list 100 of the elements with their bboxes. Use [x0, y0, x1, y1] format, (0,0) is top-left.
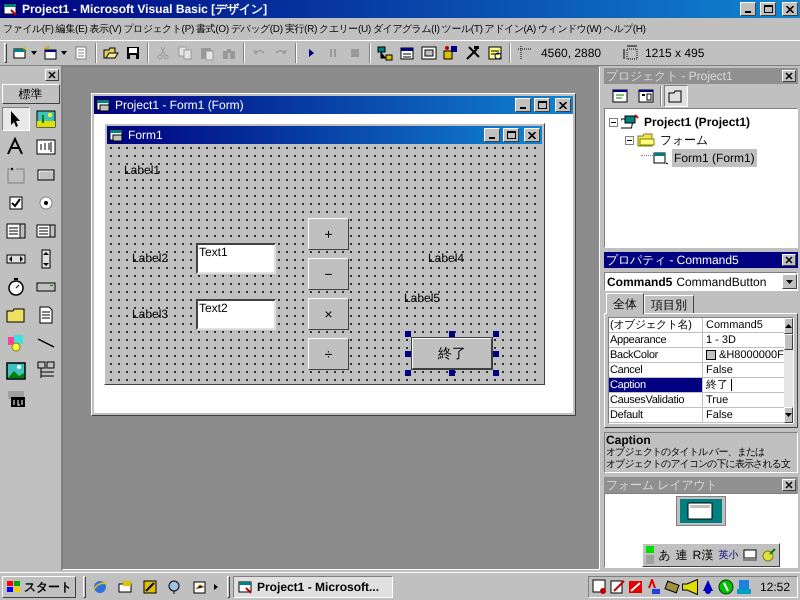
property-name[interactable]: BackColor: [609, 348, 703, 362]
command-button[interactable]: ×: [308, 298, 349, 330]
text-box[interactable]: Text2: [196, 299, 276, 330]
property-name[interactable]: Default: [609, 408, 703, 422]
position-icon: [517, 45, 533, 61]
property-name[interactable]: Caption: [609, 378, 703, 392]
menu-item[interactable]: ファイル(F): [2, 22, 55, 36]
scroll-thumb[interactable]: [784, 334, 793, 350]
command-button[interactable]: ÷: [308, 338, 349, 370]
calendar-icon: [592, 578, 608, 594]
menu-item[interactable]: ヘルプ(H): [602, 22, 647, 36]
tree-item[interactable]: Form1 (Form1): [672, 149, 757, 167]
scrollbar[interactable]: [784, 318, 793, 423]
minimize-button[interactable]: [740, 2, 756, 16]
resize-handle[interactable]: [493, 331, 499, 337]
close-button[interactable]: [782, 2, 798, 16]
form-label: Label1: [124, 162, 160, 179]
pencil-pad-icon: [610, 578, 626, 594]
form-layout-icon: [421, 45, 437, 61]
collapse-toggle-icon[interactable]: [625, 136, 634, 144]
maximize-button[interactable]: [503, 128, 519, 142]
task-button[interactable]: Project1 - Microsoft...: [233, 576, 393, 598]
resize-handle[interactable]: [405, 350, 411, 356]
ime-button[interactable]: 連: [676, 546, 688, 564]
toolbar-button[interactable]: [664, 85, 688, 107]
minimize-icon: [489, 137, 495, 139]
ime-status-icon: [646, 546, 654, 564]
property-name[interactable]: CausesValidatio: [609, 393, 703, 407]
scroll-down-button[interactable]: [784, 407, 793, 423]
menu-item[interactable]: 編集(E): [54, 22, 89, 36]
more-caret-icon: [214, 584, 218, 590]
maximize-button[interactable]: [760, 2, 776, 16]
scroll-up-button[interactable]: [784, 318, 793, 334]
command-button[interactable]: 終了: [412, 338, 492, 369]
tree-item[interactable]: フォーム: [658, 131, 710, 149]
resize-handle[interactable]: [449, 370, 455, 376]
start-button[interactable]: スタート: [2, 576, 76, 598]
menu-item[interactable]: ウィンドウ(W): [536, 22, 603, 36]
tab-header-button[interactable]: 標準: [2, 84, 60, 104]
property-value[interactable]: &H8000000F: [719, 348, 784, 362]
command-button[interactable]: +: [308, 218, 349, 250]
text-box[interactable]: Text1: [196, 243, 276, 274]
resize-handle[interactable]: [493, 350, 499, 356]
menu-item[interactable]: プロジェクト(P): [122, 22, 195, 36]
resize-handle[interactable]: [493, 370, 499, 376]
close-button[interactable]: [782, 70, 796, 82]
form-spark-icon: [43, 45, 59, 61]
combo-box-icon: [6, 221, 26, 241]
ime-button[interactable]: R漢: [692, 546, 714, 564]
tool-button[interactable]: [2, 107, 30, 131]
maximize-button[interactable]: [534, 98, 550, 112]
tree-item[interactable]: Project1 (Project1): [642, 113, 752, 131]
minimize-button[interactable]: [484, 128, 500, 142]
window-title: Project1 - Form1 (Form): [115, 97, 244, 114]
caret-icon: [61, 51, 67, 55]
close-button[interactable]: [45, 69, 59, 81]
ime-button[interactable]: 英小: [718, 548, 738, 562]
property-value[interactable]: 終了: [706, 378, 728, 392]
menu-item[interactable]: アドイン(A): [484, 22, 537, 36]
size-icon: [623, 45, 639, 61]
close-icon: [786, 6, 794, 12]
property-value[interactable]: Command5: [706, 318, 763, 332]
property-name[interactable]: Cancel: [609, 363, 703, 377]
folder-icon: [103, 45, 119, 61]
collapse-toggle-icon[interactable]: [609, 118, 618, 126]
resize-handle[interactable]: [449, 331, 455, 337]
menu-item[interactable]: ダイアグラム(I): [372, 22, 441, 36]
property-value[interactable]: False: [706, 363, 733, 377]
app-icon: [2, 1, 18, 17]
property-value[interactable]: True: [706, 393, 728, 407]
object-dropdown[interactable]: Command5 CommandButton: [604, 272, 798, 291]
resize-handle[interactable]: [405, 331, 411, 337]
property-name[interactable]: Appearance: [609, 333, 703, 347]
menu-item[interactable]: ツール(T): [440, 22, 484, 36]
menu-item[interactable]: 表示(V): [88, 22, 122, 36]
command-button[interactable]: −: [308, 258, 349, 290]
ime-button[interactable]: あ: [658, 546, 671, 564]
close-button[interactable]: [782, 254, 796, 266]
close-button[interactable]: [782, 479, 796, 491]
minimize-button[interactable]: [515, 98, 531, 112]
down-arrow-icon: [784, 413, 792, 417]
menu-item[interactable]: クエリー(U): [318, 22, 372, 36]
property-name[interactable]: (オブジェクト名): [609, 318, 703, 332]
close-button[interactable]: [524, 128, 540, 142]
window-title: Project1 - Microsoft Visual Basic [デザイン]: [22, 1, 268, 18]
menu-item[interactable]: 実行(R): [284, 22, 318, 36]
menu-item[interactable]: 書式(O): [195, 22, 230, 36]
property-sheet-icon: [399, 45, 415, 61]
stopwatch-icon: [6, 277, 26, 297]
clock: 12:52: [760, 578, 790, 596]
resize-handle[interactable]: [405, 370, 411, 376]
menu-item[interactable]: デバッグ(D): [230, 22, 284, 36]
dropdown-button[interactable]: [782, 274, 797, 289]
close-icon: [559, 102, 567, 108]
tab[interactable]: 全体: [606, 293, 644, 314]
tab[interactable]: 項目別: [644, 295, 694, 313]
property-value[interactable]: False: [706, 408, 733, 422]
form-icon: [653, 151, 669, 165]
property-value[interactable]: 1 - 3D: [706, 333, 736, 347]
close-button[interactable]: [555, 98, 571, 112]
